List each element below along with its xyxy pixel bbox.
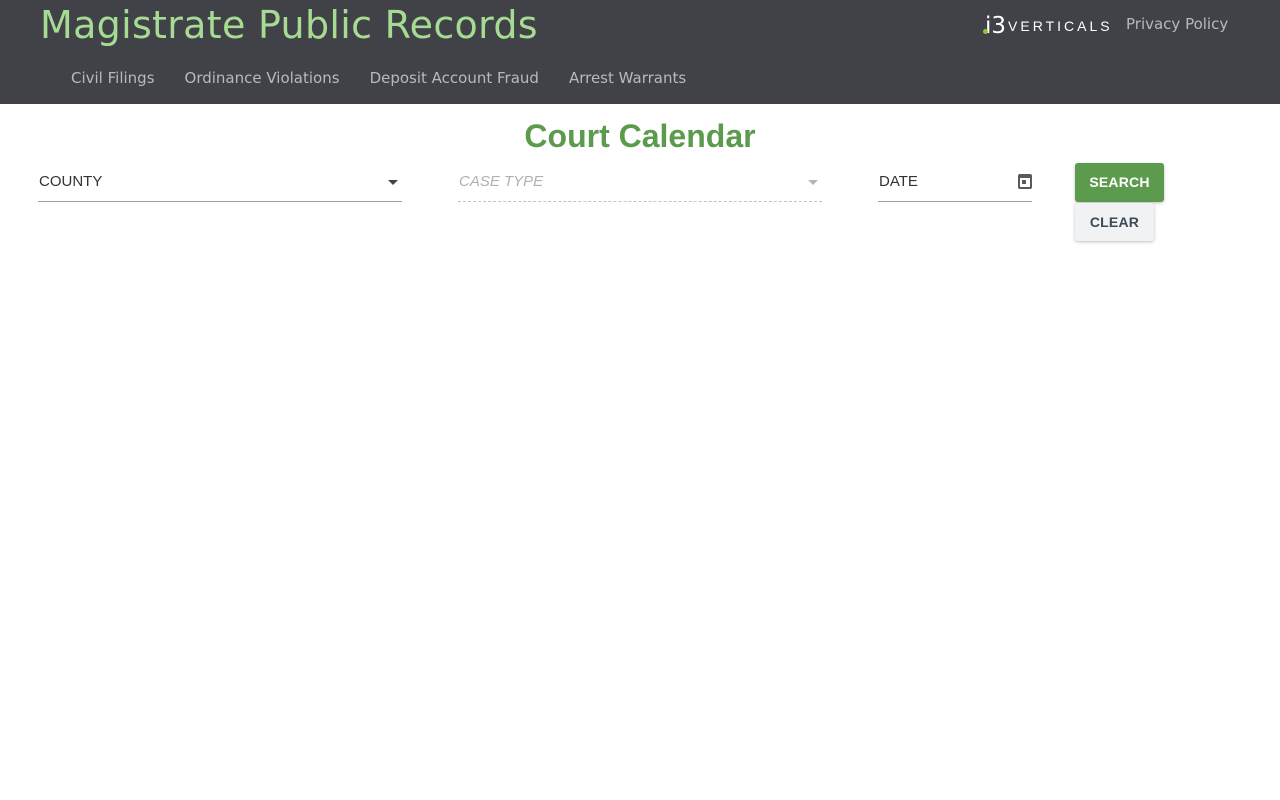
privacy-policy-link[interactable]: Privacy Policy (1126, 15, 1228, 33)
page-title: Court Calendar (524, 118, 756, 154)
main-nav: Civil Filings Ordinance Violations Depos… (71, 68, 686, 88)
brand-text: VERTICALS (1008, 18, 1113, 34)
top-header: Magistrate Public Records Civil Filings … (0, 0, 1280, 104)
nav-arrest-warrants[interactable]: Arrest Warrants (569, 68, 686, 88)
calendar-icon[interactable] (1018, 174, 1032, 189)
county-select[interactable]: COUNTY (38, 166, 402, 202)
caret-down-icon (388, 180, 398, 185)
case-type-select-label: CASE TYPE (459, 173, 544, 190)
date-field-label: DATE (879, 173, 918, 190)
case-type-select[interactable]: CASE TYPE (458, 166, 822, 202)
brand-mark-text: i3 (985, 13, 1007, 39)
brand-mark: i3 (983, 13, 1007, 39)
caret-down-icon (808, 180, 818, 185)
county-select-label: COUNTY (39, 173, 103, 190)
nav-civil-filings[interactable]: Civil Filings (71, 68, 155, 88)
search-button[interactable]: SEARCH (1075, 163, 1164, 202)
i3-verticals-logo[interactable]: i3 VERTICALS (983, 13, 1113, 39)
nav-ordinance-violations[interactable]: Ordinance Violations (185, 68, 340, 88)
clear-button[interactable]: CLEAR (1075, 203, 1154, 241)
date-field[interactable]: DATE (878, 166, 1032, 202)
site-title[interactable]: Magistrate Public Records (40, 2, 538, 48)
nav-deposit-account-fraud[interactable]: Deposit Account Fraud (370, 68, 539, 88)
